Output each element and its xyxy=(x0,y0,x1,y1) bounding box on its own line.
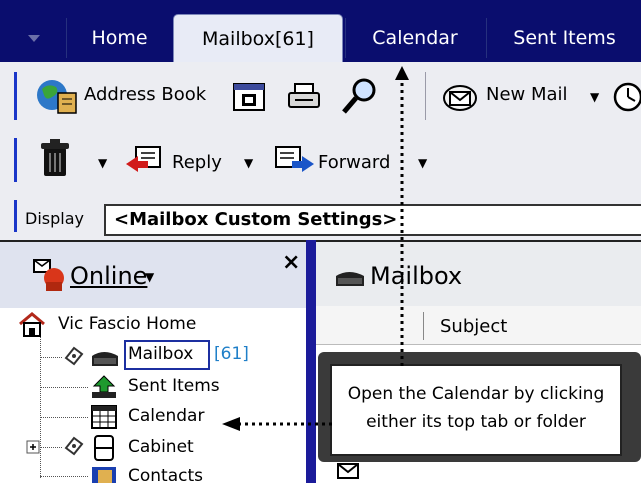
callout-pointer-lines xyxy=(222,66,409,431)
pointer-arrowhead-tab-icon xyxy=(395,66,409,80)
pointer-arrowhead-folder-icon xyxy=(222,417,240,431)
